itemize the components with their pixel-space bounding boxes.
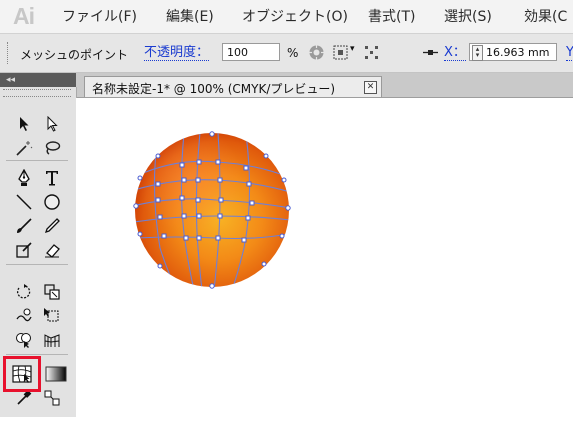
menu-file[interactable]: ファイル(F) [62, 6, 137, 26]
transform-icon[interactable] [363, 44, 380, 61]
blend-tool-icon[interactable] [41, 387, 63, 409]
lasso-tool-icon[interactable] [41, 137, 63, 159]
eraser-tool-icon[interactable] [41, 239, 63, 261]
warp-tool-icon[interactable] [13, 305, 35, 327]
pen-tool-icon[interactable] [13, 167, 35, 189]
line-segment-tool-icon[interactable] [13, 191, 35, 213]
type-tool-icon[interactable] [41, 167, 63, 189]
document-tab-title: 名称未設定-1* @ 100% (CMYK/プレビュー) [92, 82, 336, 96]
magic-wand-tool-icon[interactable] [13, 137, 35, 159]
scale-tool-icon[interactable] [41, 281, 63, 303]
align-to-dropdown-icon[interactable]: ▾ [350, 44, 355, 54]
menu-select[interactable]: 選択(S) [444, 6, 492, 26]
control-panel: メッシュのポイント 不透明度： 100 % ▾ X： 16.963 mm ▴ ▾… [0, 34, 573, 73]
close-icon[interactable]: ✕ [364, 81, 377, 94]
reference-point-icon[interactable] [422, 44, 439, 61]
pencil-tool-icon[interactable] [41, 215, 63, 237]
menu-type[interactable]: 書式(T) [368, 6, 415, 26]
document-tab[interactable]: 名称未設定-1* @ 100% (CMYK/プレビュー) ✕ [84, 76, 382, 97]
opacity-link[interactable]: 不透明度： [144, 45, 210, 61]
x-stepper-icon[interactable]: ▴ ▾ [472, 45, 483, 61]
ellipse-tool-icon[interactable] [41, 191, 63, 213]
menu-effect[interactable]: 効果(C [524, 6, 567, 26]
rotate-tool-icon[interactable] [13, 281, 35, 303]
perspective-grid-tool-icon[interactable] [41, 329, 63, 351]
control-panel-grip[interactable] [7, 42, 10, 64]
mesh-tool-highlight [3, 356, 41, 392]
direct-selection-tool-icon[interactable] [41, 113, 63, 135]
paintbrush-tool-icon[interactable] [13, 215, 35, 237]
x-coordinate-link[interactable]: X： [444, 45, 466, 61]
selection-type-label: メッシュのポイント [20, 48, 129, 62]
align-to-icon[interactable] [332, 44, 349, 61]
percent-label: % [287, 46, 299, 60]
document-tab-bar: 名称未設定-1* @ 100% (CMYK/プレビュー) ✕ [76, 73, 573, 98]
y-coordinate-link[interactable]: Y [566, 45, 573, 61]
menu-object[interactable]: オブジェクト(O) [242, 6, 348, 26]
toolbox-collapse-bar[interactable]: ◂◂ [0, 73, 76, 87]
artboard-canvas[interactable] [76, 98, 573, 417]
tools-panel-grip[interactable] [3, 89, 71, 97]
app-logo: Ai [13, 3, 35, 29]
free-transform-tool-icon[interactable] [41, 305, 63, 327]
gradient-tool-icon[interactable] [45, 363, 67, 385]
mesh-sphere-artwork[interactable] [76, 98, 573, 417]
recolor-artwork-icon[interactable] [308, 44, 325, 61]
menu-bar: Ai ファイル(F) 編集(E) オブジェクト(O) 書式(T) 選択(S) 効… [0, 0, 573, 34]
opacity-input[interactable]: 100 [222, 43, 280, 61]
menu-edit[interactable]: 編集(E) [166, 6, 214, 26]
tools-separator [6, 264, 68, 265]
tools-separator [6, 160, 68, 161]
tools-separator [6, 354, 68, 355]
blob-brush-tool-icon[interactable] [13, 239, 35, 261]
selection-tool-icon[interactable] [13, 113, 35, 135]
shape-builder-tool-icon[interactable] [13, 329, 35, 351]
